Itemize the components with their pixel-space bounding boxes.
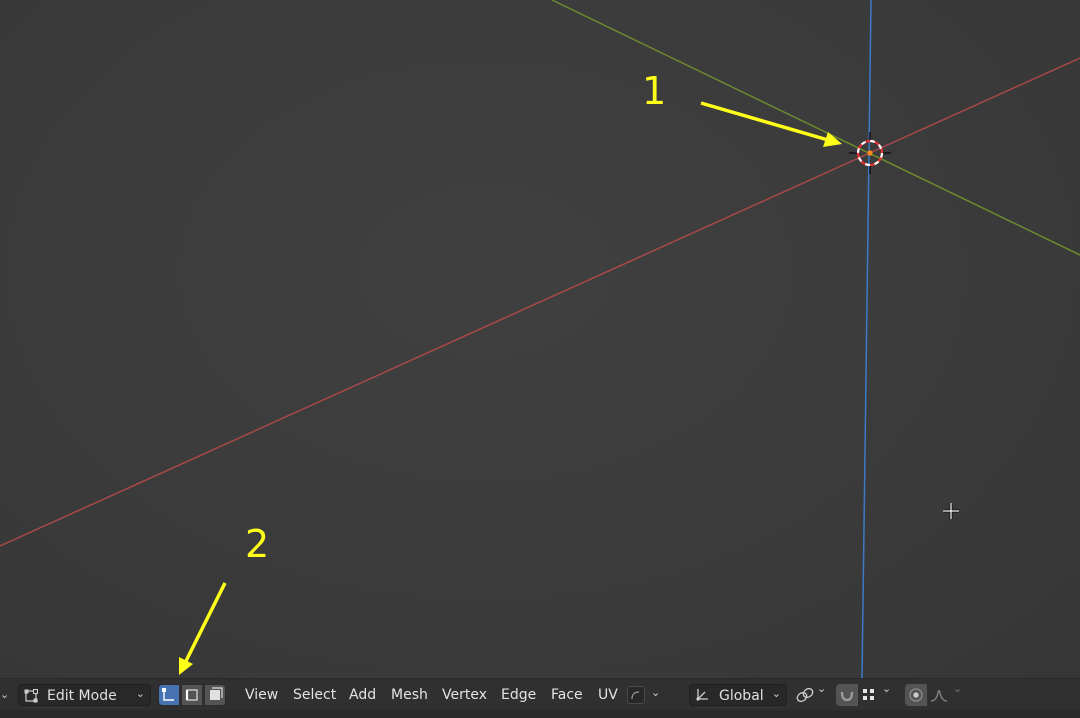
proportional-falloff-dropdown[interactable]: ⌄	[929, 682, 967, 706]
annotation-arrow-1	[700, 101, 842, 147]
orientation-icon	[694, 687, 710, 710]
annotation-arrow-2	[179, 582, 227, 675]
snap-increment-icon	[863, 689, 874, 700]
edge-select-icon	[185, 689, 198, 701]
mesh-options-icon	[627, 686, 645, 704]
menu-select[interactable]: Select	[293, 684, 336, 706]
transform-orientation-dropdown[interactable]: Global ⌄	[689, 684, 787, 706]
3d-cursor[interactable]	[849, 132, 891, 174]
pivot-point-dropdown[interactable]: ⌄	[795, 682, 829, 706]
menu-uv[interactable]: UV	[598, 684, 618, 706]
annotation-label-1: 1	[642, 69, 667, 113]
mode-selector-label: Edit Mode	[47, 688, 117, 704]
menu-mesh[interactable]: Mesh	[391, 684, 428, 706]
transform-orientation-label: Global	[719, 688, 764, 704]
chevron-down-icon: ⌄	[651, 686, 661, 699]
annotation-label-2: 2	[245, 522, 270, 566]
z-axis-line	[861, 0, 872, 678]
menu-vertex[interactable]: Vertex	[442, 684, 487, 706]
x-axis-line	[0, 57, 1080, 547]
mode-selector-dropdown[interactable]: Edit Mode ⌄	[18, 684, 151, 706]
edit-mode-icon	[24, 688, 38, 703]
chevron-down-icon: ⌄	[0, 688, 10, 701]
proportional-editing-toggle[interactable]	[905, 684, 927, 706]
falloff-curve-icon	[930, 689, 948, 702]
menu-add[interactable]: Add	[349, 684, 376, 706]
vertex-select-button[interactable]	[158, 684, 180, 706]
chevron-down-icon: ⌄	[817, 682, 827, 695]
y-axis-line	[551, 0, 1080, 256]
vertex-select-icon	[162, 688, 174, 701]
face-select-button[interactable]	[204, 684, 226, 706]
magnet-icon	[840, 691, 854, 702]
chevron-down-icon: ⌄	[771, 687, 781, 700]
mouse-crosshair-icon	[943, 503, 959, 519]
face-select-icon	[210, 687, 223, 700]
menu-view[interactable]: View	[245, 684, 278, 706]
chevron-down-icon: ⌄	[135, 687, 145, 700]
menu-face[interactable]: Face	[551, 684, 583, 706]
snap-toggle[interactable]	[836, 684, 858, 706]
viewport-header: ⌄ Edit Mode ⌄ View Select Add Mesh Verte…	[0, 678, 1080, 711]
editor-type-dropdown[interactable]: ⌄	[0, 684, 12, 706]
proportional-editing-icon	[909, 688, 923, 702]
viewport-canvas	[0, 0, 1080, 678]
link-icon	[796, 687, 814, 703]
snap-target-dropdown[interactable]: ⌄	[860, 682, 898, 706]
chevron-down-icon: ⌄	[953, 682, 963, 695]
status-bar	[0, 710, 1080, 718]
menu-edge[interactable]: Edge	[501, 684, 536, 706]
mesh-options-dropdown[interactable]: ⌄	[627, 684, 665, 706]
edge-select-button[interactable]	[181, 684, 203, 706]
chevron-down-icon: ⌄	[882, 682, 892, 695]
3d-viewport[interactable]: 1 2	[0, 0, 1080, 678]
